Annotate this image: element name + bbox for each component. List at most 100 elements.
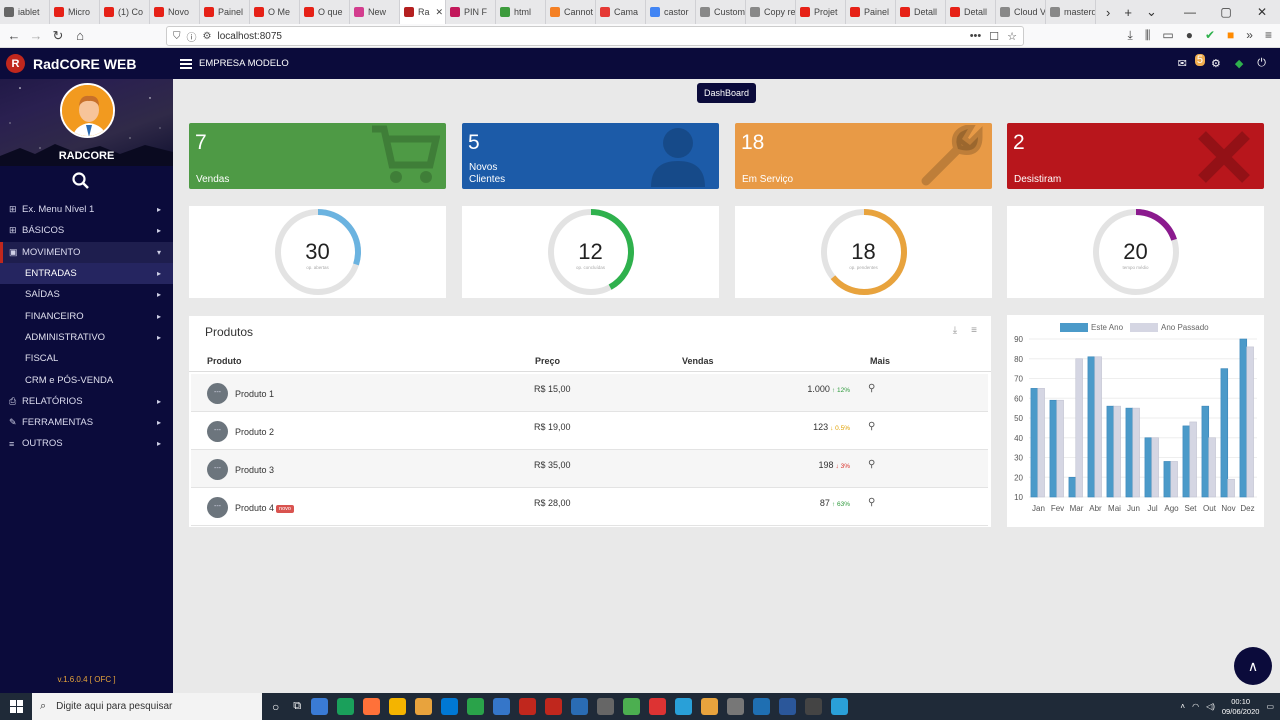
search-icon[interactable] bbox=[71, 171, 91, 191]
sync-icon[interactable]: ● bbox=[1186, 28, 1193, 43]
taskbar-app-icon[interactable] bbox=[467, 698, 485, 715]
taskbar-app-icon[interactable] bbox=[831, 698, 849, 715]
taskbar-app-icon[interactable] bbox=[493, 698, 511, 715]
browser-tab[interactable]: masterd bbox=[1046, 0, 1096, 24]
cortana-icon[interactable]: ○ bbox=[272, 700, 279, 714]
browser-tab[interactable]: O que bbox=[300, 0, 350, 24]
sidebar-item-financeiro[interactable]: FINANCEIRO ▸ bbox=[0, 305, 173, 326]
taskbar-app-icon[interactable] bbox=[311, 698, 329, 715]
close-window-icon[interactable]: ✕ bbox=[1244, 0, 1280, 24]
column-header-preco[interactable]: Preço bbox=[535, 356, 560, 366]
minimize-icon[interactable]: — bbox=[1172, 0, 1208, 24]
browser-tab[interactable]: Painel bbox=[200, 0, 250, 24]
shield-icon[interactable]: ⛉ bbox=[173, 31, 181, 42]
browser-tab[interactable]: PIN F bbox=[446, 0, 496, 24]
taskbar-app-icon[interactable] bbox=[571, 698, 589, 715]
table-row[interactable]: --- Produto 2 R$ 19,00 123 ↓ 0.5% ⚲ bbox=[191, 412, 988, 450]
list-icon[interactable]: ≡ bbox=[971, 325, 977, 336]
clock[interactable]: 00:10 09/06/2020 bbox=[1222, 697, 1260, 717]
back-icon[interactable]: ← bbox=[3, 28, 25, 43]
sidebar-item-ferramentas[interactable]: ✎ FERRAMENTAS ▸ bbox=[0, 412, 173, 433]
settings-icon[interactable]: ⚙ bbox=[1211, 57, 1221, 70]
table-row[interactable]: --- Produto 4 novo R$ 28,00 87 ↑ 63% ⚲ bbox=[191, 488, 988, 526]
taskbar-app-icon[interactable] bbox=[623, 698, 641, 715]
column-header-produto[interactable]: Produto bbox=[207, 356, 242, 366]
taskbar-app-icon[interactable] bbox=[597, 698, 615, 715]
taskbar-app-icon[interactable] bbox=[519, 698, 537, 715]
browser-tab[interactable]: castor bbox=[646, 0, 696, 24]
taskbar-app-icon[interactable] bbox=[545, 698, 563, 715]
windows-start-icon[interactable] bbox=[0, 693, 32, 720]
taskbar-app-icon[interactable] bbox=[779, 698, 797, 715]
browser-tab[interactable]: Detall bbox=[896, 0, 946, 24]
magnify-icon[interactable]: ⚲ bbox=[868, 497, 875, 508]
browser-tab[interactable]: Micro bbox=[50, 0, 100, 24]
maximize-icon[interactable]: ▢ bbox=[1208, 0, 1244, 24]
menu-toggle-icon[interactable] bbox=[180, 58, 192, 69]
dashboard-button[interactable]: DashBoard bbox=[697, 83, 756, 103]
extension-icon[interactable]: ✔ bbox=[1205, 28, 1215, 43]
permissions-icon[interactable]: ⚙ bbox=[203, 31, 212, 42]
column-header-vendas[interactable]: Vendas bbox=[682, 356, 714, 366]
mail-icon[interactable]: ✉ 5 bbox=[1178, 54, 1205, 70]
brand-header[interactable]: R RadCORE WEB bbox=[0, 48, 173, 79]
page-actions-icon[interactable]: ••• bbox=[970, 30, 982, 43]
magnify-icon[interactable]: ⚲ bbox=[868, 383, 875, 394]
home-icon[interactable]: ⌂ bbox=[69, 28, 91, 43]
wifi-icon[interactable]: ◠ bbox=[1192, 702, 1199, 711]
notifications-icon[interactable]: ▭ bbox=[1266, 702, 1274, 711]
column-header-mais[interactable]: Mais bbox=[870, 356, 890, 366]
table-row[interactable]: --- Produto 1 R$ 15,00 1.000 ↑ 12% ⚲ bbox=[191, 374, 988, 412]
scroll-top-button[interactable]: ∧ bbox=[1234, 647, 1272, 685]
card-em-servico[interactable]: 18 Em Serviço bbox=[735, 123, 992, 189]
browser-tab[interactable]: New bbox=[350, 0, 400, 24]
bookmark-star-icon[interactable]: ☆ bbox=[1007, 30, 1017, 43]
magnify-icon[interactable]: ⚲ bbox=[868, 421, 875, 432]
sidebar-item-crm-e-p-s-venda[interactable]: CRM e PÓS-VENDA bbox=[0, 369, 173, 390]
taskbar-app-icon[interactable] bbox=[701, 698, 719, 715]
browser-tab[interactable]: Cannot bbox=[546, 0, 596, 24]
browser-tab[interactable]: Cloud VP bbox=[996, 0, 1046, 24]
sidebar-toggle-icon[interactable]: ▭ bbox=[1162, 28, 1173, 43]
forward-icon[interactable]: → bbox=[25, 28, 47, 43]
taskbar-app-icon[interactable] bbox=[649, 698, 667, 715]
tab-list-icon[interactable]: ⌄ bbox=[1146, 4, 1157, 20]
overflow-menu-icon[interactable]: » bbox=[1246, 28, 1253, 43]
browser-tab[interactable]: iablet bbox=[0, 0, 50, 24]
browser-tab[interactable]: html bbox=[496, 0, 546, 24]
browser-tab[interactable]: Detall bbox=[946, 0, 996, 24]
pocket-icon[interactable]: ☐ bbox=[989, 30, 999, 43]
card-vendas[interactable]: 7 Vendas bbox=[189, 123, 446, 189]
flag-icon[interactable]: ◆ bbox=[1235, 57, 1243, 70]
extension-icon[interactable]: ■ bbox=[1227, 28, 1234, 43]
avatar[interactable] bbox=[60, 83, 115, 138]
sidebar-item-sa-das[interactable]: SAÍDAS ▸ bbox=[0, 284, 173, 305]
browser-tab[interactable]: Cama bbox=[596, 0, 646, 24]
new-tab-icon[interactable]: + bbox=[1124, 5, 1132, 20]
magnify-icon[interactable]: ⚲ bbox=[868, 459, 875, 470]
taskbar-app-icon[interactable] bbox=[441, 698, 459, 715]
address-bar[interactable]: ⛉ ⓘ ⚙ localhost:8075 ••• ☐ ☆ bbox=[166, 26, 1024, 46]
download-icon[interactable]: ⤓ bbox=[953, 325, 957, 336]
browser-tab[interactable]: Ra ✕ bbox=[400, 0, 446, 24]
sidebar-item-movimento[interactable]: ▣ MOVIMENTO ▾ bbox=[0, 241, 173, 263]
card-novos-clientes[interactable]: 5 Novos Clientes bbox=[462, 123, 719, 189]
taskbar-app-icon[interactable] bbox=[675, 698, 693, 715]
taskbar-search[interactable]: ⌕ Digite aqui para pesquisar bbox=[32, 693, 262, 720]
browser-tab[interactable]: O Me bbox=[250, 0, 300, 24]
sidebar-item-b-sicos[interactable]: ⊞ BÁSICOS ▸ bbox=[0, 220, 173, 241]
hamburger-menu-icon[interactable]: ≡ bbox=[1265, 28, 1272, 43]
taskbar-app-icon[interactable] bbox=[805, 698, 823, 715]
sidebar-item-administrativo[interactable]: ADMINISTRATIVO ▸ bbox=[0, 327, 173, 348]
card-desistiram[interactable]: 2 Desistiram bbox=[1007, 123, 1264, 189]
task-view-icon[interactable]: ⧉ bbox=[293, 700, 301, 713]
browser-tab[interactable]: Novo bbox=[150, 0, 200, 24]
close-tab-icon[interactable]: ✕ bbox=[436, 7, 444, 18]
sidebar-item-relat-rios[interactable]: ⎙ RELATÓRIOS ▸ bbox=[0, 391, 173, 412]
table-row[interactable]: --- Produto 3 R$ 35,00 198 ↓ 3% ⚲ bbox=[191, 450, 988, 488]
tab-scroll-right-icon[interactable]: › bbox=[1106, 5, 1110, 20]
taskbar-app-icon[interactable] bbox=[727, 698, 745, 715]
browser-tab[interactable]: Painel bbox=[846, 0, 896, 24]
taskbar-app-icon[interactable] bbox=[337, 698, 355, 715]
power-icon[interactable]: ⏻ bbox=[1257, 57, 1266, 70]
